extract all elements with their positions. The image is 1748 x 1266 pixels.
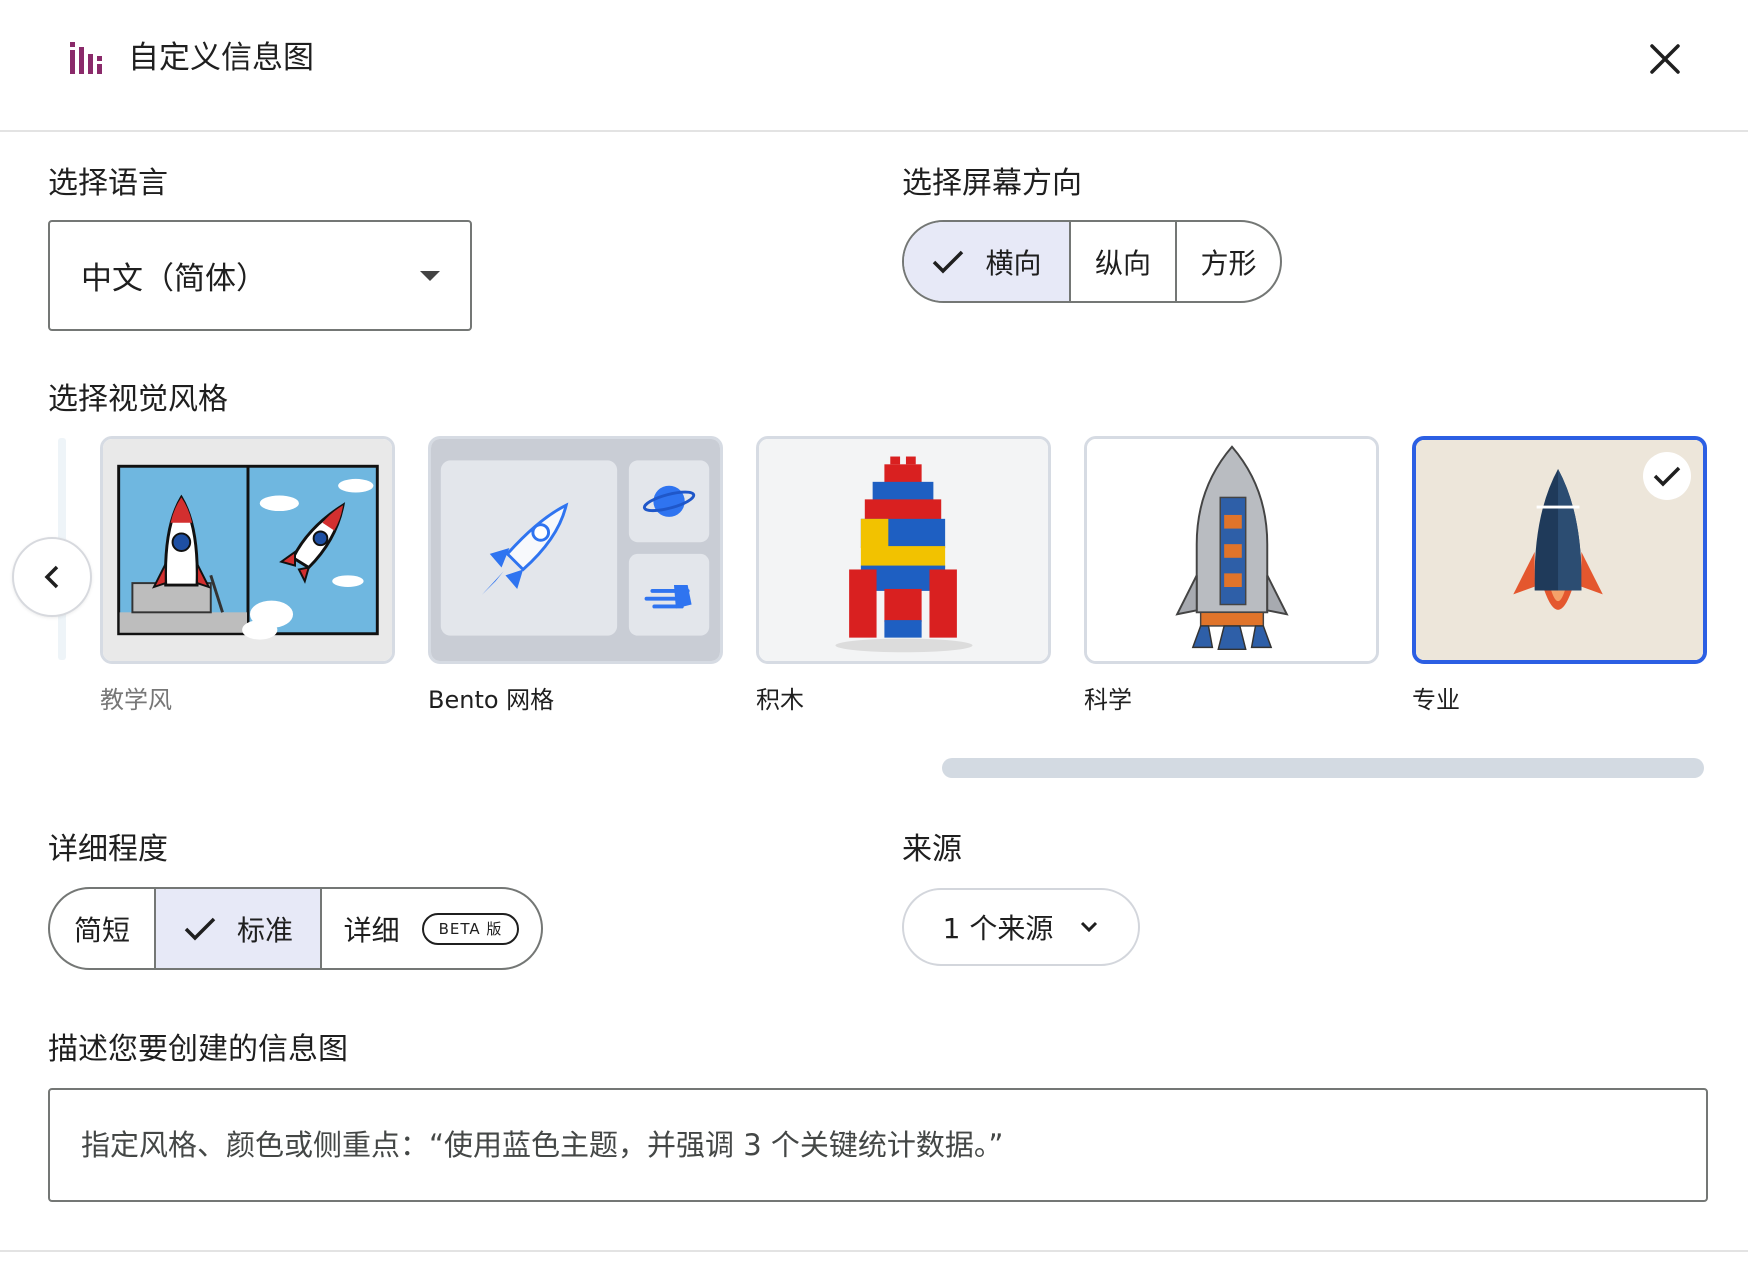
description-input[interactable] (81, 1125, 1706, 1165)
orientation-landscape-label: 横向 (985, 246, 1042, 280)
orientation-label: 选择屏幕方向 (902, 166, 1082, 201)
infographic-icon (70, 42, 102, 74)
check-icon (184, 917, 216, 940)
style-card-blocks-label: 积木 (756, 686, 804, 714)
description-field[interactable] (48, 1088, 1708, 1202)
detail-detailed[interactable]: 详细 BETA 版 (322, 889, 541, 968)
detail-standard-label: 标准 (236, 913, 293, 947)
blocks-rocket-illustration (759, 439, 1048, 661)
header-divider (0, 130, 1748, 132)
sources-dropdown-button[interactable]: 1 个来源 (902, 888, 1140, 966)
carousel-prev-button[interactable] (12, 537, 92, 617)
style-card-bento-label: Bento 网格 (428, 686, 555, 714)
detail-short-label: 简短 (73, 913, 130, 947)
detail-level-toggle: 简短 标准 详细 BETA 版 (48, 887, 543, 970)
description-label: 描述您要创建的信息图 (48, 1032, 348, 1067)
style-card-professional-label: 专业 (1412, 686, 1460, 714)
sources-count: 1 个来源 (942, 912, 1054, 945)
science-rocket-illustration (1087, 439, 1376, 661)
style-card-bento[interactable] (428, 436, 723, 664)
language-label: 选择语言 (48, 166, 168, 201)
orientation-portrait-label: 纵向 (1094, 246, 1151, 280)
sources-label: 来源 (902, 832, 962, 867)
style-card-professional[interactable] (1412, 436, 1707, 664)
check-icon (1653, 466, 1681, 487)
language-select[interactable]: 中文（简体） (48, 220, 472, 331)
beta-badge: BETA 版 (421, 912, 520, 945)
orientation-square-label: 方形 (1200, 246, 1257, 280)
orientation-square[interactable]: 方形 (1177, 222, 1280, 301)
detail-standard[interactable]: 标准 (156, 889, 322, 968)
teaching-rocket-illustration (103, 439, 392, 661)
style-card-teaching-label: 教学风 (100, 686, 172, 714)
check-icon (933, 250, 964, 273)
carousel-scrollbar[interactable] (942, 758, 1704, 778)
detail-level-label: 详细程度 (48, 832, 168, 867)
close-button[interactable] (1640, 34, 1690, 84)
bento-rocket-illustration (431, 439, 720, 661)
style-card-science[interactable] (1084, 436, 1379, 664)
chevron-down-icon (1081, 921, 1098, 933)
dropdown-caret-icon (420, 270, 440, 281)
style-card-science-label: 科学 (1084, 686, 1132, 714)
detail-short[interactable]: 简短 (50, 889, 156, 968)
detail-detailed-label: 详细 (343, 913, 400, 947)
orientation-landscape[interactable]: 横向 (904, 222, 1071, 301)
chevron-left-icon (44, 565, 59, 589)
visual-style-label: 选择视觉风格 (48, 382, 228, 417)
selected-check-badge (1643, 452, 1691, 500)
style-card-teaching[interactable] (100, 436, 395, 664)
close-icon[interactable] (1649, 43, 1681, 75)
dialog-title: 自定义信息图 (128, 40, 314, 76)
orientation-toggle: 横向 纵向 方形 (902, 220, 1282, 303)
style-card-blocks[interactable] (756, 436, 1051, 664)
language-value: 中文（简体） (81, 261, 267, 297)
orientation-portrait[interactable]: 纵向 (1071, 222, 1177, 301)
bottom-divider (0, 1250, 1748, 1252)
